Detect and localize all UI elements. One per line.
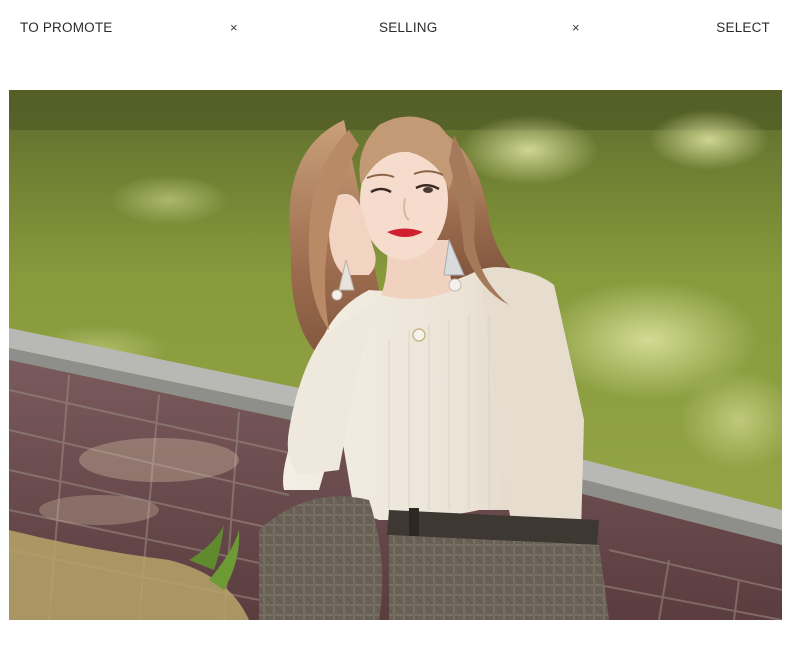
model-photo [9, 90, 782, 620]
banner-label-selling: SELLING [379, 20, 438, 35]
banner-separator-right: × [572, 20, 580, 35]
banner-label-promote: TO PROMOTE [20, 20, 113, 35]
banner-label-select: SELECT [716, 20, 770, 35]
promo-banner: TO PROMOTE × SELLING × SELECT [0, 0, 790, 56]
model-photo-illustration [9, 90, 782, 620]
banner-separator-left: × [230, 20, 238, 35]
